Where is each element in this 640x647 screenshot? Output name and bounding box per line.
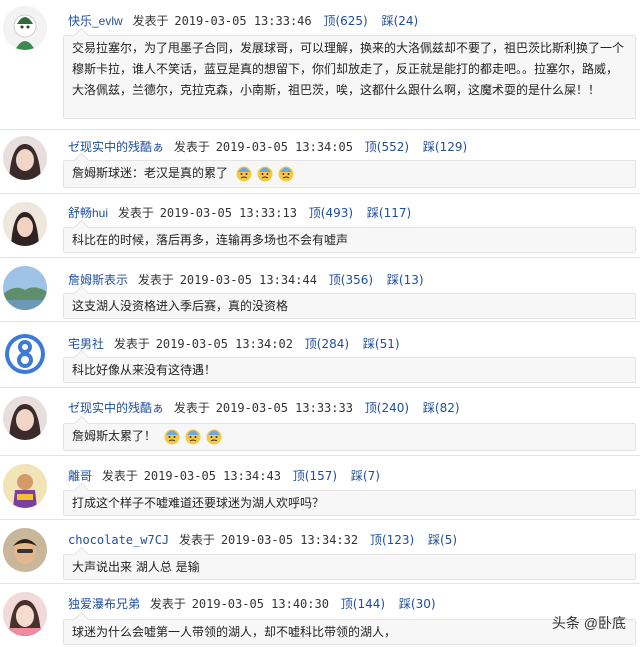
comment-bubble: 詹姆斯球迷：老汉是真的累了: [63, 160, 636, 188]
username-link[interactable]: chocolate_w7CJ: [68, 533, 169, 547]
avatar[interactable]: [3, 332, 47, 376]
timestamp: 2019-03-05 13:33:46: [174, 14, 312, 28]
downvote-button[interactable]: 踩(51): [363, 337, 400, 351]
comment-bubble: 这支湖人没资格进入季后赛，真的没资格: [63, 293, 636, 319]
comment-item: 離哥 发表于 2019-03-05 13:34:43 顶(157) 踩(7) 打…: [0, 456, 640, 520]
comment-text-content: 詹姆斯太累了！: [72, 429, 157, 443]
downvote-button[interactable]: 踩(30): [399, 597, 436, 611]
posted-label: 发表于: [173, 401, 210, 415]
avatar[interactable]: [3, 266, 47, 310]
timestamp: 2019-03-05 13:34:02: [155, 337, 293, 351]
crying-emoji-icon: [236, 166, 252, 181]
comment-bubble: 科比好像从来没有这待遇！: [63, 357, 636, 383]
timestamp: 2019-03-05 13:34:43: [143, 469, 281, 483]
comment-item: ゼ现实中的残酷ぁ 发表于 2019-03-05 13:33:33 顶(240) …: [0, 388, 640, 456]
timestamp: 2019-03-05 13:33:13: [159, 206, 297, 220]
downvote-button[interactable]: 踩(5): [428, 533, 457, 547]
comment-bubble: 球迷为什么会嘘第一人带领的湖人，却不嘘科比带领的湖人，: [63, 619, 636, 645]
upvote-button[interactable]: 顶(123): [370, 533, 414, 547]
comment-item: 宅男社 发表于 2019-03-05 13:34:02 顶(284) 踩(51)…: [0, 322, 640, 388]
username-link[interactable]: 詹姆斯表示: [68, 273, 128, 287]
upvote-button[interactable]: 顶(552): [365, 140, 409, 154]
username-link[interactable]: ゼ现实中的残酷ぁ: [68, 140, 164, 154]
upvote-button[interactable]: 顶(144): [341, 597, 385, 611]
avatar[interactable]: [3, 202, 47, 246]
crying-emoji-icon: [164, 429, 180, 444]
posted-label: 发表于: [137, 273, 174, 287]
avatar[interactable]: [3, 6, 47, 50]
downvote-button[interactable]: 踩(7): [351, 469, 380, 483]
avatar[interactable]: [3, 396, 47, 440]
upvote-button[interactable]: 顶(240): [365, 401, 409, 415]
username-link[interactable]: 離哥: [68, 469, 92, 483]
upvote-button[interactable]: 顶(157): [293, 469, 337, 483]
posted-label: 发表于: [101, 469, 138, 483]
timestamp: 2019-03-05 13:34:05: [215, 140, 353, 154]
upvote-button[interactable]: 顶(284): [305, 337, 349, 351]
comment-bubble: 交易拉塞尔，为了甩墨子合同，发展球哥，可以理解，换来的大洛佩兹却不要了，祖巴茨比…: [63, 35, 636, 119]
comment-text: 科比在的时候，落后再多，连输再多场也不会有嘘声: [72, 233, 349, 247]
username-link[interactable]: 快乐_evlw: [68, 14, 123, 28]
downvote-button[interactable]: 踩(13): [387, 273, 424, 287]
comment-item: 独爱瀑布兄弟 发表于 2019-03-05 13:40:30 顶(144) 踩(…: [0, 584, 640, 647]
comment-item: 舒畅hui 发表于 2019-03-05 13:33:13 顶(493) 踩(1…: [0, 194, 640, 258]
watermark-label: 头条 @卧底: [551, 615, 626, 631]
comment-text: 科比好像从来没有这待遇！: [72, 363, 217, 377]
comment-text-content: 詹姆斯球迷：老汉是真的累了: [72, 166, 229, 180]
username-link[interactable]: ゼ现实中的残酷ぁ: [68, 401, 164, 415]
comment-item: chocolate_w7CJ 发表于 2019-03-05 13:34:32 顶…: [0, 520, 640, 584]
comment-bubble: 打成这个样子不嘘难道还要球迷为湖人欢呼吗？: [63, 490, 636, 516]
posted-label: 发表于: [178, 533, 215, 547]
username-link[interactable]: 宅男社: [68, 337, 104, 351]
posted-label: 发表于: [173, 140, 210, 154]
comment-text: 这支湖人没资格进入季后赛，真的没资格: [72, 299, 289, 313]
posted-label: 发表于: [117, 206, 154, 220]
upvote-button[interactable]: 顶(625): [323, 14, 367, 28]
downvote-button[interactable]: 踩(24): [382, 14, 419, 28]
upvote-button[interactable]: 顶(356): [329, 273, 373, 287]
avatar[interactable]: [3, 464, 47, 508]
comment-text: 打成这个样子不嘘难道还要球迷为湖人欢呼吗？: [72, 496, 325, 510]
timestamp: 2019-03-05 13:40:30: [191, 597, 329, 611]
comment-item: ゼ现实中的残酷ぁ 发表于 2019-03-05 13:34:05 顶(552) …: [0, 130, 640, 194]
upvote-button[interactable]: 顶(493): [309, 206, 353, 220]
timestamp: 2019-03-05 13:33:33: [215, 401, 353, 415]
posted-label: 发表于: [132, 14, 169, 28]
username-link[interactable]: 独爱瀑布兄弟: [68, 597, 140, 611]
downvote-button[interactable]: 踩(129): [423, 140, 467, 154]
posted-label: 发表于: [113, 337, 150, 351]
avatar[interactable]: [3, 592, 47, 636]
crying-emoji-icon: [185, 429, 201, 444]
comment-text: 交易拉塞尔，为了甩墨子合同，发展球哥，可以理解，换来的大洛佩兹却不要了，祖巴茨比…: [72, 41, 625, 97]
avatar[interactable]: [3, 528, 47, 572]
downvote-button[interactable]: 踩(117): [367, 206, 411, 220]
downvote-button[interactable]: 踩(82): [423, 401, 460, 415]
crying-emoji-icon: [206, 429, 222, 444]
comment-text: 詹姆斯太累了！: [64, 424, 635, 449]
comment-bubble: 大声说出来 湖人总 是输: [63, 554, 636, 580]
comment-text: 球迷为什么会嘘第一人带领的湖人，却不嘘科比带领的湖人，: [72, 625, 397, 639]
username-link[interactable]: 舒畅hui: [68, 206, 108, 220]
crying-emoji-icon: [257, 166, 273, 181]
comment-bubble: 詹姆斯太累了！: [63, 423, 636, 451]
timestamp: 2019-03-05 13:34:32: [220, 533, 359, 547]
comment-bubble: 科比在的时候，落后再多，连输再多场也不会有嘘声: [63, 227, 636, 253]
posted-label: 发表于: [149, 597, 186, 611]
crying-emoji-icon: [278, 166, 294, 181]
avatar[interactable]: [3, 136, 47, 180]
timestamp: 2019-03-05 13:34:44: [179, 273, 317, 287]
comment-text: 大声说出来 湖人总 是输: [72, 560, 200, 574]
comment-text: 詹姆斯球迷：老汉是真的累了: [64, 161, 635, 186]
comment-item: 快乐_evlw 发表于 2019-03-05 13:33:46 顶(625) 踩…: [0, 0, 640, 130]
comment-item: 詹姆斯表示 发表于 2019-03-05 13:34:44 顶(356) 踩(1…: [0, 258, 640, 322]
